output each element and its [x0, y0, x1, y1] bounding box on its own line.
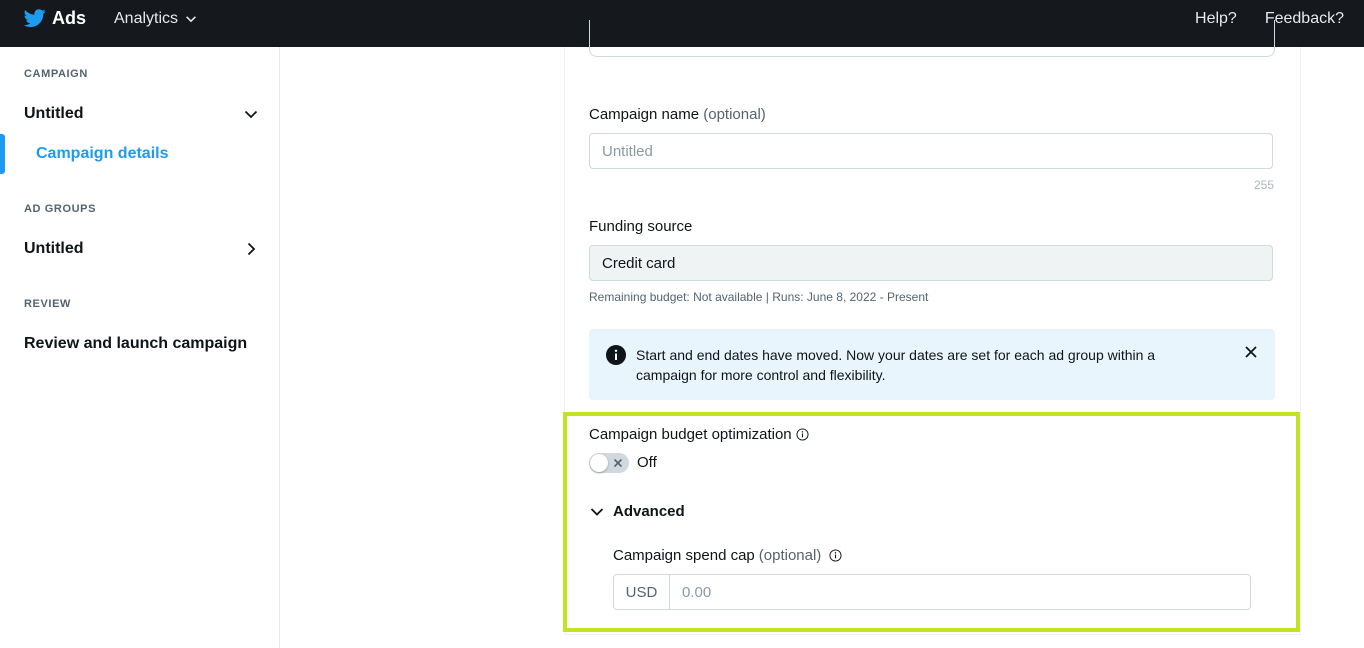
- campaign-name-input[interactable]: Untitled: [589, 133, 1273, 169]
- chevron-down-icon[interactable]: [243, 106, 259, 122]
- cbo-label: Campaign budget optimization: [589, 426, 809, 443]
- sidebar-item-campaign[interactable]: Untitled: [24, 105, 84, 123]
- review-section-label: REVIEW: [24, 298, 71, 310]
- spend-cap-label: Campaign spend cap (optional): [613, 547, 842, 564]
- chevron-right-icon[interactable]: [243, 241, 259, 257]
- spend-cap-input[interactable]: 0.00: [670, 575, 1250, 609]
- spend-cap-input-group: USD 0.00: [613, 574, 1251, 610]
- info-icon[interactable]: [829, 549, 842, 562]
- campaign-name-label-text: Campaign name: [589, 106, 700, 123]
- brand-logo[interactable]: Ads: [24, 7, 86, 29]
- active-indicator: [0, 134, 5, 174]
- funding-hint: Remaining budget: Not available | Runs: …: [589, 290, 929, 304]
- advanced-label: Advanced: [613, 503, 685, 520]
- campaign-name-optional: (optional): [703, 106, 766, 123]
- sidebar-item-review[interactable]: Review and launch campaign: [24, 335, 247, 353]
- funding-source-field: Credit card: [589, 245, 1273, 281]
- brand-name: Ads: [52, 7, 87, 28]
- feedback-link[interactable]: Feedback?: [1265, 10, 1344, 28]
- campaign-name-placeholder: Untitled: [602, 142, 653, 160]
- campaign-section-label: CAMPAIGN: [24, 68, 88, 80]
- campaign-name-label: Campaign name (optional): [589, 106, 766, 123]
- analytics-label: Analytics: [114, 10, 179, 27]
- x-icon: [613, 458, 623, 468]
- info-message: Start and end dates have moved. Now your…: [636, 347, 1156, 383]
- info-icon[interactable]: [796, 428, 809, 441]
- cbo-label-text: Campaign budget optimization: [589, 426, 792, 443]
- analytics-menu[interactable]: Analytics: [114, 10, 198, 28]
- sidebar: CAMPAIGN Untitled Campaign details AD GR…: [0, 47, 280, 648]
- ad-groups-section-label: AD GROUPS: [24, 203, 97, 215]
- spend-cap-optional: (optional): [758, 547, 822, 564]
- toggle-knob: [590, 454, 608, 472]
- chevron-down-icon: [590, 507, 604, 516]
- currency-prefix: USD: [614, 575, 670, 609]
- character-counter: 255: [1253, 178, 1274, 192]
- toggle-state: Off: [637, 454, 657, 471]
- close-icon[interactable]: [1243, 344, 1259, 360]
- info-circle-icon: [606, 345, 626, 365]
- funding-source-value: Credit card: [602, 254, 676, 272]
- funding-source-label: Funding source: [589, 218, 693, 235]
- cbo-toggle[interactable]: [589, 453, 629, 473]
- previous-field[interactable]: [589, 20, 1275, 57]
- info-banner: Start and end dates have moved. Now your…: [589, 329, 1275, 400]
- spend-cap-label-text: Campaign spend cap: [613, 547, 755, 564]
- sidebar-item-ad-group[interactable]: Untitled: [24, 240, 84, 258]
- sidebar-item-campaign-details[interactable]: Campaign details: [36, 145, 168, 163]
- spend-cap-placeholder: 0.00: [682, 583, 712, 601]
- advanced-toggle[interactable]: Advanced: [589, 503, 685, 520]
- chevron-down-icon: [186, 16, 196, 23]
- twitter-bird-icon: [24, 9, 46, 28]
